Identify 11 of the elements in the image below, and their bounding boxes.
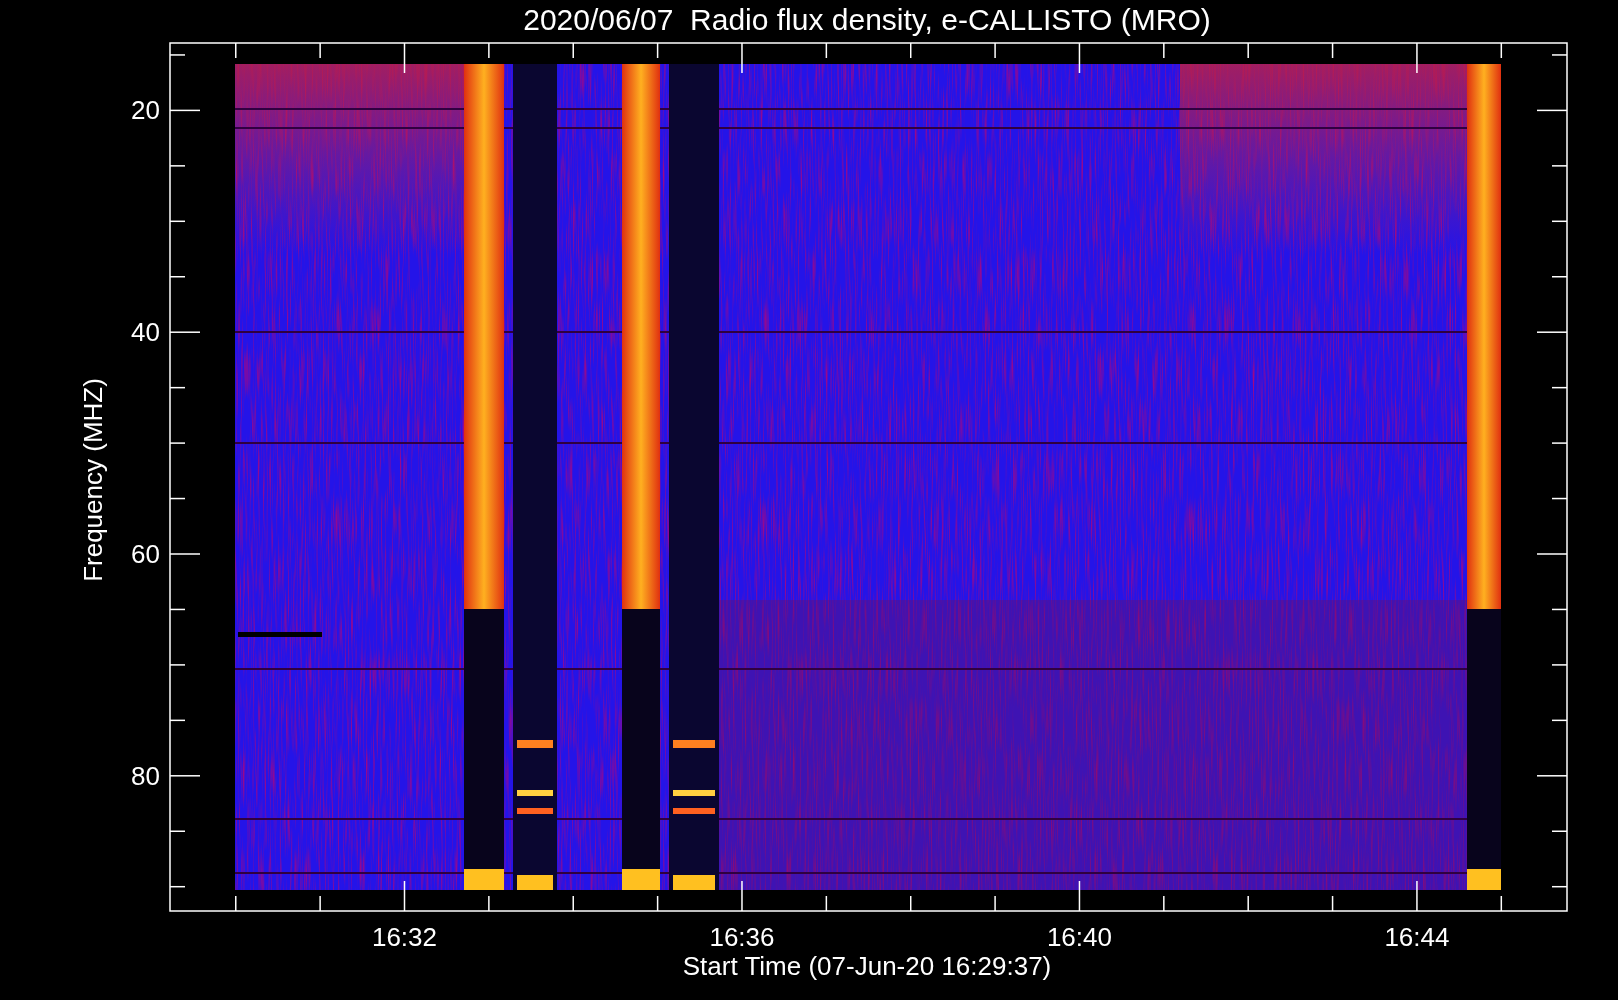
axis-title: Frequency (MHZ) (78, 378, 108, 582)
tick-label: 20 (131, 95, 160, 126)
plot-title: 2020/06/07 Radio flux density, e-CALLISTO (MRO) (523, 3, 1211, 36)
tick-label: 80 (131, 760, 160, 791)
tick-label: 40 (131, 317, 160, 348)
tick-label: 60 (131, 539, 160, 569)
tick-label: 16:32 (371, 922, 438, 952)
tick-label: 16:44 (1384, 922, 1450, 952)
tick-label: 16:40 (1046, 922, 1112, 952)
tick-label: 16:36 (709, 922, 775, 952)
axis-title: Start Time (07-Jun-20 16:29:37) (682, 951, 1052, 981)
